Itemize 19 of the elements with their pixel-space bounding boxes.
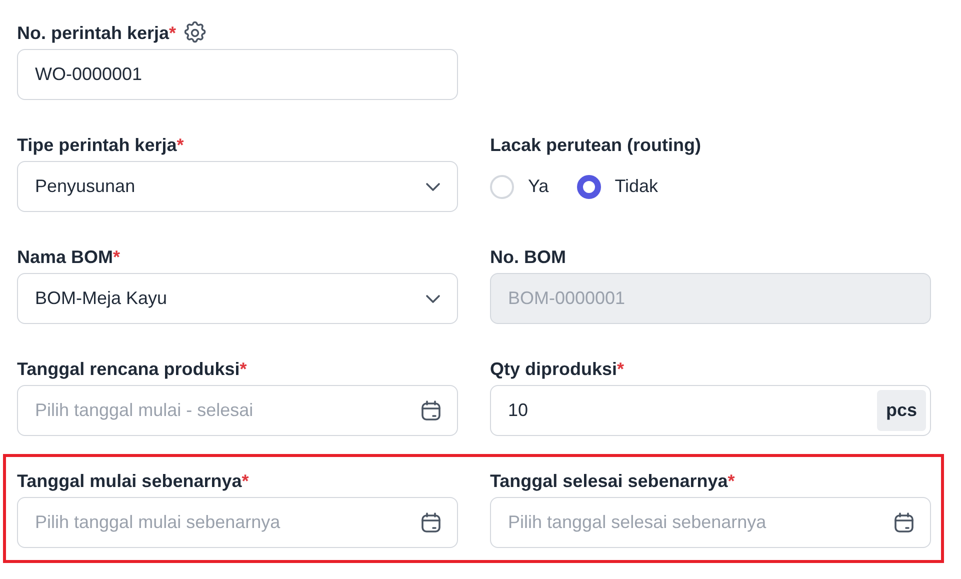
calendar-icon	[419, 398, 443, 422]
field-label: Nama BOM*	[17, 246, 120, 268]
field-label: Tanggal selesai sebenarnya*	[490, 470, 735, 492]
field-label: No. BOM	[490, 246, 566, 268]
field-label: Qty diproduksi*	[490, 358, 624, 380]
input-field[interactable]: WO-0000001	[17, 49, 458, 100]
dropdown[interactable]: Penyusunan	[17, 161, 458, 212]
radio-option[interactable]: Ya	[490, 174, 549, 198]
field-label: Tanggal mulai sebenarnya*	[17, 470, 249, 492]
field-label: Tanggal rencana produksi*	[17, 358, 247, 380]
field-label: Lacak perutean (routing)	[490, 134, 702, 156]
radio-option[interactable]: Tidak	[576, 174, 658, 198]
radio-button[interactable]	[576, 174, 601, 198]
quantity-field[interactable]: 10 pcs	[490, 385, 931, 436]
field-label: Tipe perintah kerja*	[17, 134, 184, 156]
calendar-icon	[892, 510, 916, 534]
calendar-icon	[419, 510, 443, 534]
field-label: No. perintah kerja*	[17, 22, 176, 44]
dropdown[interactable]: BOM-Meja Kayu	[17, 273, 458, 324]
